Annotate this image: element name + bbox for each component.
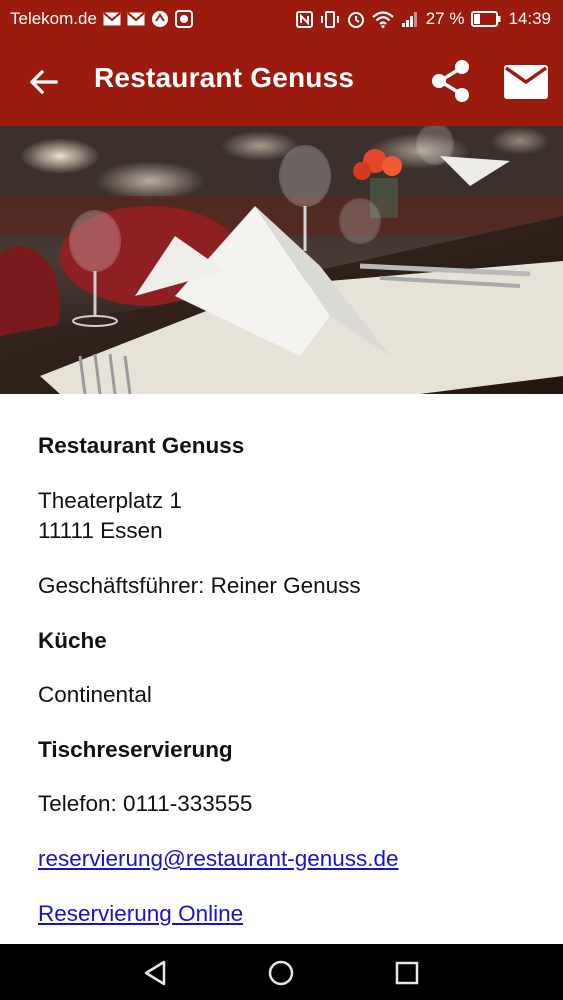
back-arrow-icon[interactable] xyxy=(26,64,62,100)
status-bar: Telekom.de 27 % 14:39 xyxy=(0,0,563,38)
system-nav-bar xyxy=(0,944,563,1000)
restaurant-name: Restaurant Genuss xyxy=(38,433,245,458)
mail-icon[interactable] xyxy=(502,62,550,102)
wifi-icon xyxy=(371,10,394,28)
signal-icon xyxy=(401,11,417,27)
app-icon xyxy=(174,10,193,28)
status-time: 14:39 xyxy=(508,9,551,28)
carrier-label: Telekom.de xyxy=(10,9,97,28)
nfc-icon xyxy=(295,10,313,28)
sync-icon xyxy=(151,11,168,27)
reservation-heading: Tischreservierung xyxy=(38,737,233,762)
kitchen-heading: Küche xyxy=(38,628,107,653)
address-city: 11111 Essen xyxy=(38,518,163,543)
status-right: 27 % 14:39 xyxy=(295,9,551,29)
manager-info: Geschäftsführer: Reiner Genuss xyxy=(38,573,361,598)
email-link[interactable]: reservierung@restaurant-genuss.de xyxy=(38,846,399,872)
status-left: Telekom.de xyxy=(10,9,193,29)
restaurant-photo xyxy=(0,126,563,394)
address-street: Theaterplatz 1 xyxy=(38,488,182,513)
reservation-online-link[interactable]: Reservierung Online xyxy=(38,901,243,927)
battery-percent: 27 % xyxy=(425,9,465,28)
battery-icon xyxy=(471,11,501,27)
recents-square-icon[interactable] xyxy=(390,956,424,990)
alarm-icon xyxy=(347,12,364,28)
vibrate-icon xyxy=(320,10,339,28)
mail-icon xyxy=(103,12,121,26)
phone-number: Telefon: 0111-333555 xyxy=(38,791,253,816)
home-circle-icon[interactable] xyxy=(264,956,298,990)
page-title: Restaurant Genuss xyxy=(94,62,355,93)
back-triangle-icon[interactable] xyxy=(138,956,172,990)
app-bar: Restaurant Genuss xyxy=(0,38,563,126)
share-icon[interactable] xyxy=(428,58,474,104)
mail-icon xyxy=(127,12,145,26)
kitchen-value: Continental xyxy=(38,682,152,707)
